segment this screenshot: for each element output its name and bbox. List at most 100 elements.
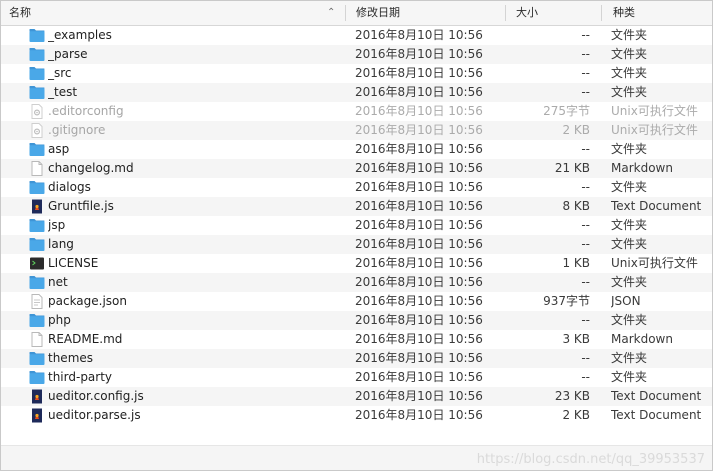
file-name: third-party	[48, 370, 113, 384]
file-kind: 文件夹	[611, 142, 648, 156]
column-header-name[interactable]: 名称	[9, 1, 31, 25]
modified-date: 2016年8月10日 10:56	[355, 180, 483, 194]
blank-file-icon	[29, 332, 45, 347]
list-item[interactable]: LICENSE 2016年8月10日 10:56 1 KB Unix可执行文件	[1, 254, 712, 273]
list-item[interactable]: .gitignore 2016年8月10日 10:56 2 KB Unix可执行文件	[1, 121, 712, 140]
file-kind: 文件夹	[611, 351, 648, 365]
folder-icon	[29, 237, 45, 252]
folder-icon	[29, 218, 45, 233]
file-name: .gitignore	[48, 123, 106, 137]
modified-date: 2016年8月10日 10:56	[355, 389, 483, 403]
list-item[interactable]: .editorconfig 2016年8月10日 10:56 275字节 Unix可执…	[1, 102, 712, 121]
file-name: package.json	[48, 294, 128, 308]
file-size: --	[581, 180, 590, 194]
file-name: jsp	[48, 218, 66, 232]
modified-date: 2016年8月10日 10:56	[355, 161, 483, 175]
file-kind: JSON	[611, 294, 641, 308]
column-divider[interactable]	[505, 5, 506, 21]
folder-icon	[29, 351, 45, 366]
folder-icon	[29, 66, 45, 81]
folder-icon	[29, 370, 45, 385]
list-item[interactable]: _src 2016年8月10日 10:56 -- 文件夹	[1, 64, 712, 83]
modified-date: 2016年8月10日 10:56	[355, 66, 483, 80]
file-kind: 文件夹	[611, 28, 648, 42]
file-size: --	[581, 275, 590, 289]
file-kind: 文件夹	[611, 218, 648, 232]
modified-date: 2016年8月10日 10:56	[355, 28, 483, 42]
column-header: 名称 ⌃ 修改日期 大小 种类	[1, 1, 712, 26]
file-kind: Markdown	[611, 161, 673, 175]
list-item[interactable]: ueditor.parse.js 2016年8月10日 10:56 2 KB Text…	[1, 406, 712, 425]
file-size: 2 KB	[562, 123, 590, 137]
file-name: ueditor.config.js	[48, 389, 144, 403]
file-name: _test	[48, 85, 78, 99]
file-kind: 文件夹	[611, 47, 648, 61]
sort-ascending-icon[interactable]: ⌃	[327, 1, 335, 25]
folder-icon	[29, 142, 45, 157]
file-size: 937字节	[543, 294, 590, 308]
file-kind: Unix可执行文件	[611, 123, 698, 137]
file-size: 275字节	[543, 104, 590, 118]
finder-list-view: 名称 ⌃ 修改日期 大小 种类 _examples 2016年8月10日 10:5…	[0, 0, 713, 471]
list-item[interactable]: net 2016年8月10日 10:56 -- 文件夹	[1, 273, 712, 292]
file-name: _examples	[48, 28, 112, 42]
folder-icon	[29, 180, 45, 195]
file-name: Gruntfile.js	[48, 199, 114, 213]
file-size: 21 KB	[554, 161, 590, 175]
file-size: 1 KB	[562, 256, 590, 270]
file-size: --	[581, 47, 590, 61]
list-item[interactable]: dialogs 2016年8月10日 10:56 -- 文件夹	[1, 178, 712, 197]
modified-date: 2016年8月10日 10:56	[355, 256, 483, 270]
column-divider[interactable]	[345, 5, 346, 21]
modified-date: 2016年8月10日 10:56	[355, 142, 483, 156]
file-list: _examples 2016年8月10日 10:56 -- 文件夹 _parse 2016…	[1, 26, 712, 425]
file-kind: 文件夹	[611, 313, 648, 327]
list-item[interactable]: third-party 2016年8月10日 10:56 -- 文件夹	[1, 368, 712, 387]
list-item[interactable]: Gruntfile.js 2016年8月10日 10:56 8 KB Text Doc…	[1, 197, 712, 216]
list-item[interactable]: README.md 2016年8月10日 10:56 3 KB Markdown	[1, 330, 712, 349]
file-size: 2 KB	[562, 408, 590, 422]
file-name: themes	[48, 351, 94, 365]
column-header-size[interactable]: 大小	[516, 1, 538, 25]
file-kind: Text Document	[611, 199, 702, 213]
file-size: --	[581, 370, 590, 384]
list-item[interactable]: asp 2016年8月10日 10:56 -- 文件夹	[1, 140, 712, 159]
file-size: --	[581, 85, 590, 99]
file-kind: 文件夹	[611, 180, 648, 194]
list-item[interactable]: _test 2016年8月10日 10:56 -- 文件夹	[1, 83, 712, 102]
js-file-icon	[29, 389, 45, 404]
list-item[interactable]: lang 2016年8月10日 10:56 -- 文件夹	[1, 235, 712, 254]
file-name: changelog.md	[48, 161, 134, 175]
list-item[interactable]: ueditor.config.js 2016年8月10日 10:56 23 KB Te…	[1, 387, 712, 406]
js-file-icon	[29, 408, 45, 423]
file-size: --	[581, 66, 590, 80]
list-item[interactable]: changelog.md 2016年8月10日 10:56 21 KB Markdow…	[1, 159, 712, 178]
list-item[interactable]: themes 2016年8月10日 10:56 -- 文件夹	[1, 349, 712, 368]
column-divider[interactable]	[601, 5, 602, 21]
file-size: --	[581, 142, 590, 156]
file-size: --	[581, 237, 590, 251]
modified-date: 2016年8月10日 10:56	[355, 313, 483, 327]
column-header-date[interactable]: 修改日期	[356, 1, 400, 25]
file-name: .editorconfig	[48, 104, 124, 118]
file-kind: 文件夹	[611, 370, 648, 384]
folder-icon	[29, 85, 45, 100]
file-kind: 文件夹	[611, 275, 648, 289]
file-kind: 文件夹	[611, 237, 648, 251]
file-name: asp	[48, 142, 70, 156]
column-header-kind[interactable]: 种类	[613, 1, 635, 25]
list-item[interactable]: _examples 2016年8月10日 10:56 -- 文件夹	[1, 26, 712, 45]
list-item[interactable]: jsp 2016年8月10日 10:56 -- 文件夹	[1, 216, 712, 235]
file-name: _src	[48, 66, 72, 80]
file-name: net	[48, 275, 68, 289]
text-file-icon	[29, 294, 45, 309]
file-kind: Text Document	[611, 408, 702, 422]
list-item[interactable]: _parse 2016年8月10日 10:56 -- 文件夹	[1, 45, 712, 64]
terminal-icon	[29, 256, 45, 271]
file-name: lang	[48, 237, 74, 251]
file-name: dialogs	[48, 180, 91, 194]
modified-date: 2016年8月10日 10:56	[355, 408, 483, 422]
list-item[interactable]: php 2016年8月10日 10:56 -- 文件夹	[1, 311, 712, 330]
file-kind: Unix可执行文件	[611, 104, 698, 118]
list-item[interactable]: package.json 2016年8月10日 10:56 937字节 JSON	[1, 292, 712, 311]
